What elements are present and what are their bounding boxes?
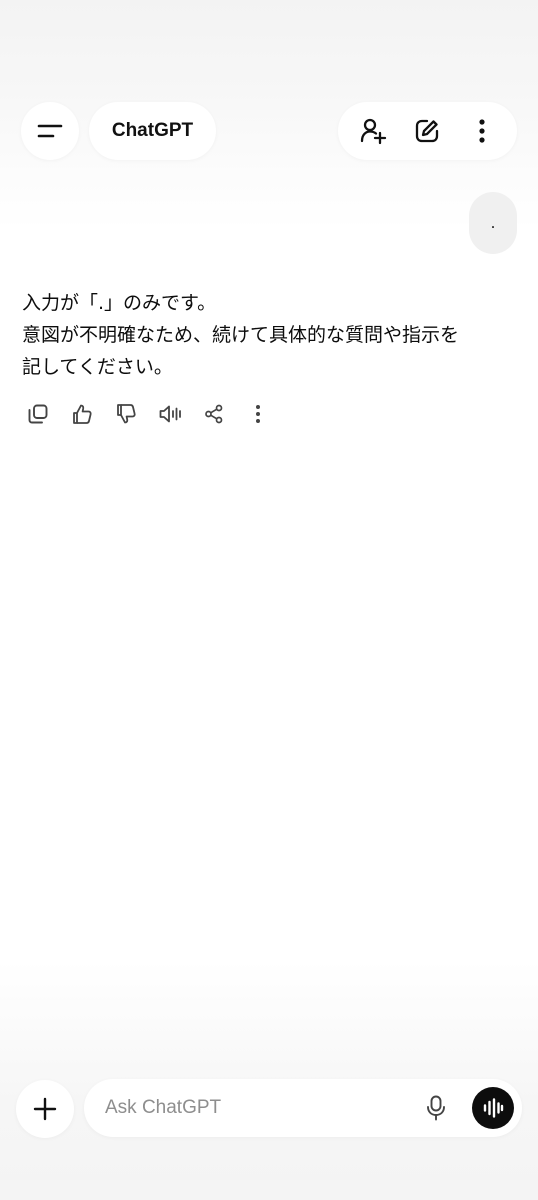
add-attachment-button[interactable]: [16, 1080, 74, 1138]
user-message-text: .: [490, 214, 496, 232]
plus-icon: [33, 1097, 57, 1121]
voice-wave-icon: [482, 1098, 504, 1118]
copy-button[interactable]: [18, 397, 58, 431]
composer: [84, 1079, 522, 1137]
read-aloud-button[interactable]: [150, 397, 190, 431]
page-title: ChatGPT: [111, 120, 194, 141]
new-chat-button[interactable]: [407, 111, 447, 151]
header-actions: [338, 102, 517, 160]
more-vertical-icon: [478, 118, 486, 144]
assistant-line: 意図が不明確なため、続けて具体的な質問や指示を: [22, 324, 460, 346]
add-person-button[interactable]: [353, 111, 393, 151]
share-icon: [204, 404, 224, 424]
model-selector[interactable]: ChatGPT: [89, 102, 216, 160]
thumbs-down-icon: [115, 403, 137, 425]
message-input[interactable]: [105, 1097, 405, 1119]
share-button[interactable]: [194, 397, 234, 431]
message-more-button[interactable]: [238, 397, 278, 431]
menu-icon: [37, 122, 63, 140]
assistant-line: 入力が「.」のみです。: [22, 292, 217, 314]
thumbs-up-icon: [71, 403, 93, 425]
user-message-bubble: .: [469, 192, 517, 254]
thumbs-down-button[interactable]: [106, 397, 146, 431]
voice-mode-button[interactable]: [472, 1087, 514, 1129]
assistant-line: 記してください。: [22, 356, 173, 378]
more-options-button[interactable]: [462, 111, 502, 151]
speaker-icon: [158, 403, 182, 425]
assistant-message: 入力が「.」のみです。 意図が不明確なため、続けて具体的な質問や指示を 記してく…: [22, 287, 522, 383]
dictate-button[interactable]: [416, 1088, 456, 1128]
thumbs-up-button[interactable]: [62, 397, 102, 431]
copy-icon: [27, 403, 49, 425]
mic-icon: [426, 1095, 446, 1121]
message-actions: [18, 397, 278, 431]
add-person-icon: [359, 117, 387, 145]
menu-button[interactable]: [21, 102, 79, 160]
more-vertical-icon: [255, 404, 261, 424]
edit-icon: [414, 118, 440, 144]
